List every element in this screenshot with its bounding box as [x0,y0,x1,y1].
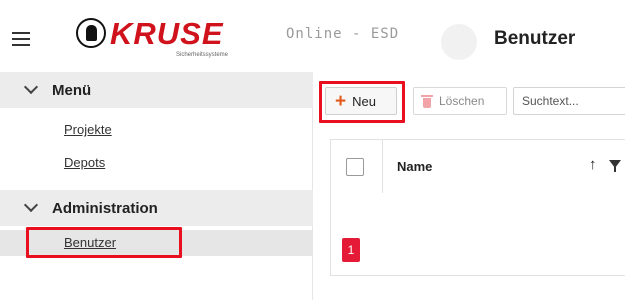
kruse-logo[interactable]: KRUSE Sicherheitssysteme [76,16,256,62]
logo-tagline: Sicherheitssysteme [176,52,229,58]
chevron-down-icon [23,79,39,95]
page-title: Benutzer [494,28,576,49]
sidebar: Menü Projekte Depots Administration Benu… [0,72,313,300]
page-button-current[interactable]: 1 [342,238,360,262]
app-subtitle: Online - ESD [286,26,400,42]
sort-ascending-icon[interactable]: ↑ [589,156,597,173]
menu-icon[interactable] [12,32,30,46]
filter-icon[interactable] [609,160,621,172]
sidebar-group-administration[interactable]: Administration [0,190,313,226]
delete-button-label: Löschen [439,94,485,108]
sidebar-group-menu[interactable]: Menü [0,72,313,108]
sidebar-group-label: Administration [52,199,158,217]
trash-icon [421,94,433,108]
logo-brand: KRUSE [110,16,224,51]
logo-emblem-icon [76,18,106,48]
pagination: 1 [330,224,625,276]
toolbar: + Neu Löschen [313,72,625,130]
select-all-checkbox[interactable] [346,158,364,176]
highlight-frame-new [319,81,405,123]
column-divider [382,140,383,193]
column-header-name[interactable]: Name [397,159,432,174]
sidebar-item-projekte[interactable]: Projekte [64,122,112,137]
table-row [330,193,625,225]
sidebar-item-depots[interactable]: Depots [64,155,105,170]
delete-button[interactable]: Löschen [413,87,507,115]
table-header: Name ↑ [330,139,625,194]
user-table: Name ↑ 1 [330,139,625,300]
search-input[interactable] [513,87,625,115]
app-header: KRUSE Sicherheitssysteme Online - ESD Be… [0,0,625,70]
sidebar-group-label: Menü [52,81,92,99]
avatar[interactable] [441,24,477,60]
highlight-frame-benutzer [26,227,182,258]
chevron-down-icon [23,197,39,213]
